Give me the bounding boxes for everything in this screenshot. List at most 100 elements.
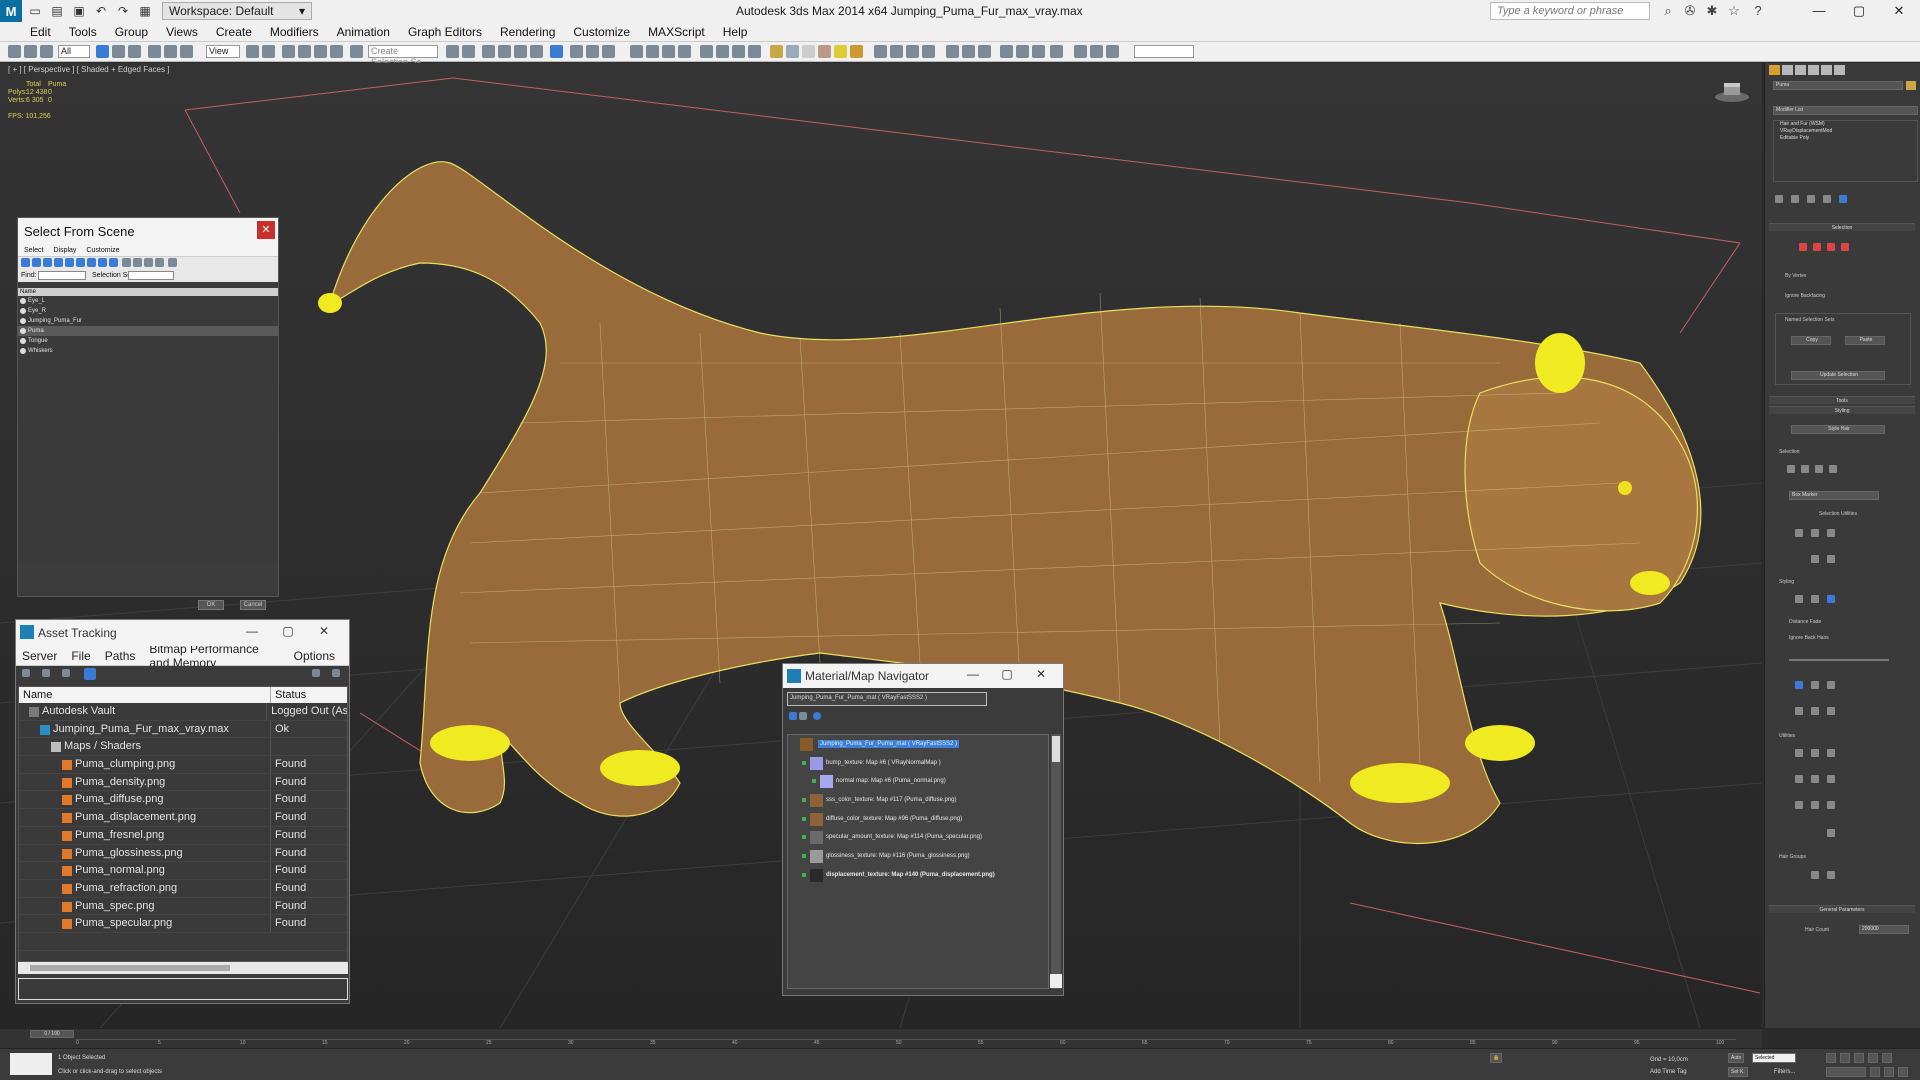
menu-item-rendering[interactable]: Rendering — [500, 25, 555, 39]
scrollbar-thumb[interactable] — [1052, 736, 1060, 762]
distance-fade-checkbox[interactable]: Distance Fade — [1789, 619, 1821, 625]
key-mode-dropdown[interactable]: Selected — [1752, 1053, 1796, 1063]
table-row[interactable]: Puma_specular.png Found — [19, 915, 347, 933]
toggle-hair-icon[interactable] — [1795, 801, 1803, 809]
graphite-ribbon-icon[interactable] — [498, 45, 511, 58]
vray-toolbar-icon-7[interactable] — [732, 45, 745, 58]
align-icon[interactable] — [462, 45, 475, 58]
vray-material-icon[interactable] — [1016, 45, 1029, 58]
selection-filter-dropdown[interactable]: All — [58, 45, 90, 58]
table-row[interactable]: Puma_refraction.png Found — [19, 879, 347, 898]
select-none-icon[interactable] — [144, 258, 153, 267]
search-input[interactable]: Type a keyword or phrase — [1490, 2, 1650, 20]
puff-roots-icon[interactable] — [1827, 681, 1835, 689]
table-row[interactable]: Puma_glossiness.png Found — [19, 844, 347, 863]
list-item-selected[interactable]: Puma — [18, 326, 278, 336]
time-slider-thumb[interactable]: 0 / 100 — [30, 1030, 74, 1038]
menu-item-animation[interactable]: Animation — [337, 25, 390, 39]
rotate-hair-icon[interactable] — [1811, 707, 1819, 715]
view-small-icons-icon[interactable] — [813, 712, 821, 720]
previous-frame-icon[interactable] — [1840, 1053, 1850, 1063]
select-hair-icon-1[interactable] — [1787, 465, 1795, 473]
list-item[interactable]: Whiskers — [18, 346, 278, 356]
copy-button[interactable]: Copy — [1791, 336, 1831, 345]
region-select-icon[interactable] — [128, 45, 141, 58]
time-slider[interactable]: 0 / 100 0 5 10 15 20 25 30 35 40 45 50 55 60 65 70 75 80… — [0, 1028, 1762, 1048]
undo-icon[interactable]: ↶ — [92, 3, 110, 19]
scale-hair-icon[interactable] — [1827, 707, 1835, 715]
extra-dropdown[interactable] — [1134, 45, 1194, 58]
minimize-icon[interactable]: — — [961, 667, 985, 681]
checkin-icon[interactable] — [62, 669, 70, 677]
menu-item-create[interactable]: Create — [216, 25, 252, 39]
select-link-icon[interactable] — [24, 45, 37, 58]
vray-camera-icon[interactable] — [874, 45, 887, 58]
polygon-icon[interactable] — [1827, 243, 1835, 251]
selection-set-dropdown[interactable] — [128, 271, 174, 280]
face-icon[interactable] — [1813, 243, 1821, 251]
rotate-selection-icon[interactable] — [1811, 529, 1819, 537]
vray-toolbar-icon-3[interactable] — [662, 45, 675, 58]
unlock-icon[interactable] — [1827, 801, 1835, 809]
select-by-name-icon[interactable] — [112, 45, 125, 58]
next-frame-icon[interactable] — [1868, 1053, 1878, 1063]
display-tab-icon[interactable] — [1821, 65, 1832, 75]
workspace-dropdown[interactable]: Workspace: Default ▾ — [162, 2, 312, 20]
scale-icon[interactable] — [180, 45, 193, 58]
mirror-icon[interactable] — [446, 45, 459, 58]
filter-xrefs-icon[interactable] — [98, 258, 107, 267]
vray-frame-buffer-icon[interactable] — [1000, 45, 1013, 58]
add-time-tag-button[interactable]: Add Time Tag — [1650, 1069, 1687, 1075]
horizontal-scrollbar[interactable] — [18, 962, 348, 974]
cancel-button[interactable]: Cancel — [240, 600, 266, 610]
filter-helpers-icon[interactable] — [65, 258, 74, 267]
utilities-tab-icon[interactable] — [1834, 65, 1845, 75]
viewcube-icon[interactable] — [1714, 81, 1750, 103]
sync-selection-icon[interactable] — [168, 258, 177, 267]
pop-zero-icon[interactable] — [1827, 749, 1835, 757]
select-hair-icon-2[interactable] — [1801, 465, 1809, 473]
select-invert-icon[interactable] — [155, 258, 164, 267]
extra-tool-icon-2[interactable] — [1090, 45, 1103, 58]
filter-shapes-icon[interactable] — [32, 258, 41, 267]
project-folder-icon[interactable]: ▦ — [136, 3, 154, 19]
material-tree-item[interactable]: sss_color_texture: Map #117 (Puma_diffus… — [788, 791, 1048, 810]
ignore-backfacing-checkbox[interactable]: Ignore Backfacing — [1785, 293, 1825, 299]
ies-light-icon[interactable] — [850, 45, 863, 58]
menu-item-options[interactable]: Options — [294, 649, 335, 663]
material-tree-item[interactable]: diffuse_color_texture: Map #96 (Puma_dif… — [788, 810, 1048, 829]
viewport-label[interactable]: [ + ] [ Perspective ] [ Shaded + Edged F… — [8, 65, 169, 74]
play-icon[interactable] — [1854, 1053, 1864, 1063]
hair-marker-dropdown[interactable]: Box Marker — [1789, 491, 1879, 500]
modifier-stack-item[interactable]: Editable Poly — [1774, 135, 1917, 142]
close-icon[interactable]: ✕ — [1029, 667, 1053, 681]
auto-key-button[interactable]: Auto — [1728, 1053, 1745, 1063]
set-key-button[interactable]: Set K. — [1728, 1067, 1748, 1077]
brush-size-slider[interactable] — [1789, 659, 1889, 661]
hide-selected-icon[interactable] — [1811, 555, 1819, 563]
select-hair-icon-3[interactable] — [1815, 465, 1823, 473]
show-hidden-icon[interactable] — [1827, 555, 1835, 563]
table-row[interactable]: Puma_density.png Found — [19, 773, 347, 792]
show-end-result-icon[interactable] — [1791, 195, 1799, 203]
hair-brush-icon[interactable] — [1795, 595, 1803, 603]
vray-settings-icon[interactable] — [1032, 45, 1045, 58]
vray-plane-icon[interactable] — [922, 45, 935, 58]
binoculars-icon[interactable]: ⌕ — [1660, 3, 1676, 19]
light-icon[interactable] — [770, 45, 783, 58]
view-list-icon[interactable] — [789, 712, 797, 720]
menu-item-group[interactable]: Group — [115, 25, 148, 39]
menu-item-edit[interactable]: Edit — [30, 25, 51, 39]
column-name-header[interactable]: Name — [19, 687, 271, 703]
material-tree-item[interactable]: specular_amount_texture: Map #114 (Puma_… — [788, 828, 1048, 847]
undo-icon[interactable] — [1827, 829, 1835, 837]
menu-item-customize[interactable]: Customize — [573, 25, 630, 39]
angle-snap-icon[interactable] — [298, 45, 311, 58]
sun-icon[interactable] — [834, 45, 847, 58]
lock-selection-icon[interactable]: 🔒 — [1490, 1053, 1503, 1063]
vertical-scrollbar[interactable] — [1051, 734, 1061, 989]
menu-item-modifiers[interactable]: Modifiers — [270, 25, 319, 39]
vray-toolbar-icon-5[interactable] — [700, 45, 713, 58]
find-input[interactable] — [38, 271, 86, 280]
toggle-collisions-icon[interactable] — [1827, 775, 1835, 783]
